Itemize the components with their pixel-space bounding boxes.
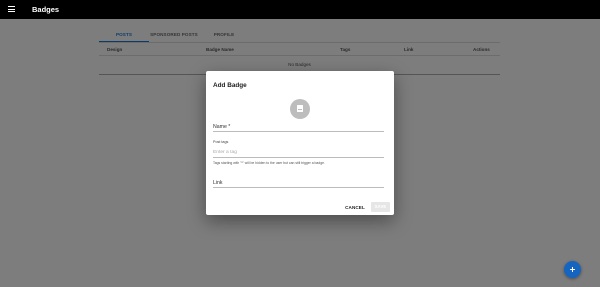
add-badge-fab[interactable] bbox=[564, 261, 581, 278]
app-title: Badges bbox=[32, 5, 60, 14]
document-image-icon bbox=[297, 105, 303, 112]
tag-input[interactable]: Enter a tag bbox=[213, 150, 237, 155]
app-bar: Badges bbox=[0, 0, 600, 19]
cancel-button[interactable]: CANCEL bbox=[344, 203, 366, 213]
plus-icon bbox=[570, 267, 575, 272]
save-button[interactable]: SAVE bbox=[371, 202, 390, 212]
menu-icon[interactable] bbox=[8, 6, 15, 12]
post-tags-label: Post tags bbox=[213, 140, 229, 144]
add-badge-dialog: Add Badge Name * Post tags Enter a tag T… bbox=[206, 71, 394, 215]
link-field-label: Link bbox=[213, 180, 223, 186]
tag-input-underline bbox=[213, 157, 384, 158]
dialog-title: Add Badge bbox=[213, 82, 247, 89]
badge-image-upload-button[interactable] bbox=[290, 99, 310, 119]
name-field[interactable] bbox=[213, 131, 384, 132]
link-field[interactable] bbox=[213, 187, 384, 188]
name-field-label: Name * bbox=[213, 124, 231, 130]
tags-helper-text: Tags starting with "*" will be hidden to… bbox=[213, 161, 325, 165]
